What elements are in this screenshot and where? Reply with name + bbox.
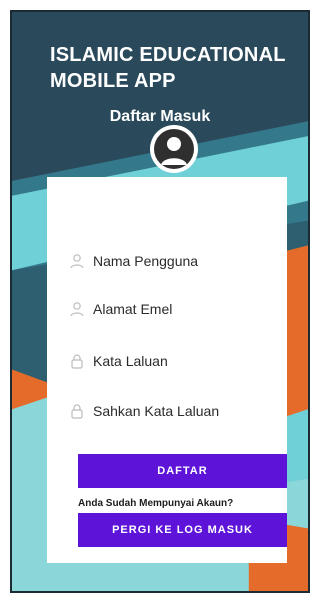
lock-icon	[67, 351, 87, 371]
avatar	[150, 125, 198, 173]
app-title-line2: MOBILE APP	[50, 70, 176, 92]
have-account-text: Anda Sudah Mempunyai Akaun?	[78, 498, 234, 509]
app-title-line1: ISLAMIC EDUCATIONAL	[50, 44, 286, 66]
email-field[interactable]: Alamat Emel	[67, 295, 267, 323]
register-button[interactable]: DAFTAR	[78, 454, 287, 488]
username-field[interactable]: Nama Pengguna	[67, 247, 267, 275]
user-icon	[67, 299, 87, 319]
user-avatar-icon	[154, 129, 194, 169]
password-field[interactable]: Kata Laluan	[67, 347, 267, 375]
confirm-password-field[interactable]: Sahkan Kata Laluan	[67, 397, 267, 425]
signup-card: Nama Pengguna Alamat Emel Kata Laluan Sa…	[47, 177, 287, 563]
page-subtitle: Daftar Masuk	[109, 108, 211, 125]
password-label: Kata Laluan	[93, 353, 168, 369]
confirm-password-label: Sahkan Kata Laluan	[93, 403, 220, 419]
email-label: Alamat Emel	[93, 301, 173, 317]
username-label: Nama Pengguna	[93, 253, 199, 269]
user-icon	[67, 251, 87, 271]
go-to-login-button[interactable]: PERGI KE LOG MASUK	[78, 513, 287, 547]
lock-icon	[67, 401, 87, 421]
app-title: ISLAMIC EDUCATIONAL MOBILE APP	[50, 42, 286, 94]
